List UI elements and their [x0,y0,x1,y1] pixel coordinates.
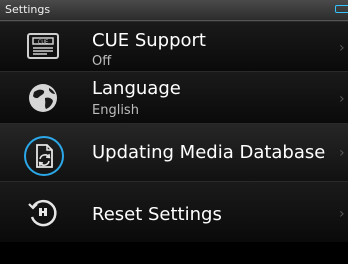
cue-sheet-icon: CUE [25,28,61,64]
chevron-right-icon: › [339,206,345,222]
reset-icon [25,194,61,230]
settings-item-cue-support[interactable]: CUE CUE Support Off › [0,21,348,71]
settings-item-label: Updating Media Database [92,142,326,163]
settings-item-label: CUE Support [92,30,206,51]
settings-item-value: English [92,103,139,118]
settings-item-label: Reset Settings [92,204,222,225]
update-database-icon [22,134,66,178]
chevron-right-icon: › [339,40,345,56]
screen-title: Settings [5,3,51,16]
globe-icon [25,80,61,116]
settings-item-value: Off [92,54,112,69]
settings-item-language[interactable]: Language English › [0,71,348,123]
chevron-right-icon: › [339,91,345,107]
battery-icon [335,5,348,13]
chevron-right-icon: › [339,145,345,161]
svg-text:CUE: CUE [38,40,48,46]
settings-item-label: Language [92,78,181,99]
settings-item-update-media-database[interactable]: Updating Media Database › [0,123,348,181]
status-bar: Settings [0,0,348,21]
settings-item-reset-settings[interactable]: Reset Settings › [0,181,348,242]
